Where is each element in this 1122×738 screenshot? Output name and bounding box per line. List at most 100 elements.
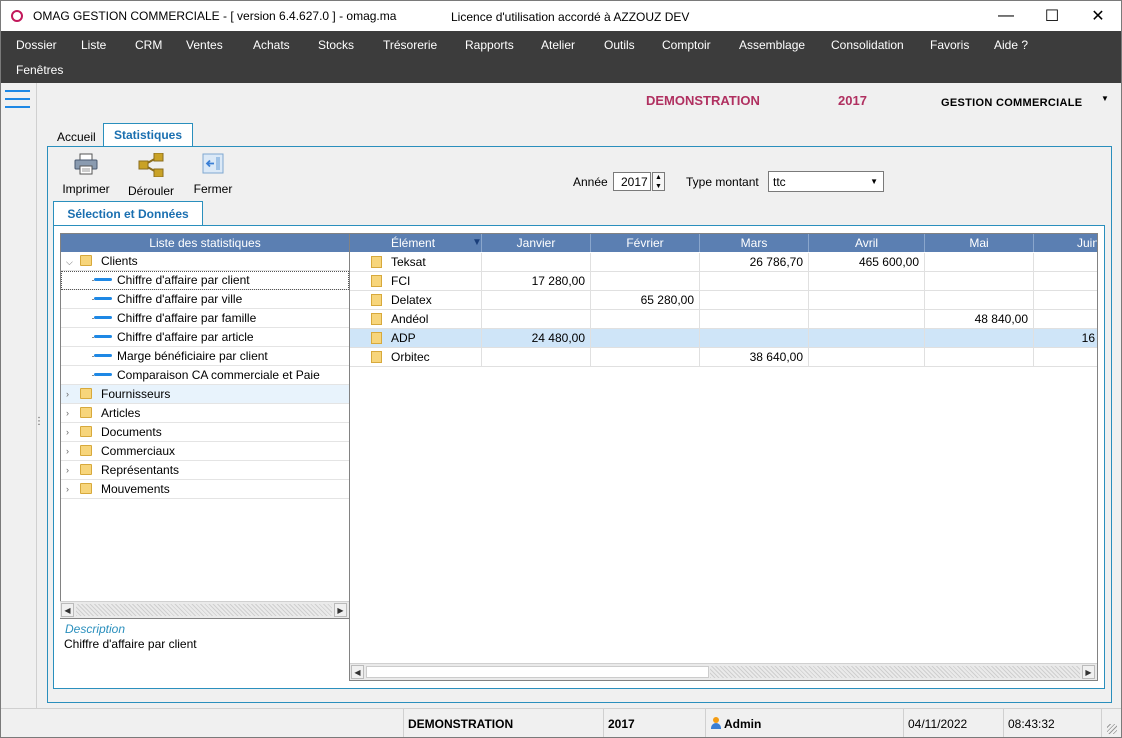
- maximize-button[interactable]: ☐: [1029, 1, 1075, 31]
- cell-fevrier[interactable]: [591, 348, 700, 367]
- cell-element[interactable]: Delatex: [350, 291, 482, 310]
- tree-category-articles[interactable]: › Articles: [61, 404, 349, 423]
- scroll-left-icon[interactable]: ◀: [61, 603, 74, 617]
- cell-element[interactable]: Orbitec: [350, 348, 482, 367]
- cell-janvier[interactable]: [482, 348, 591, 367]
- column-header-element[interactable]: Élément ▼: [350, 234, 482, 252]
- cell-juin[interactable]: 16: [1034, 329, 1097, 348]
- cell-fevrier[interactable]: [591, 272, 700, 291]
- tree-category-mouvements[interactable]: › Mouvements: [61, 480, 349, 499]
- menu-stocks[interactable]: Stocks: [318, 38, 354, 52]
- tree-category-commerciaux[interactable]: › Commerciaux: [61, 442, 349, 461]
- column-header-mai[interactable]: Mai: [925, 234, 1034, 252]
- menu-crm[interactable]: CRM: [135, 38, 162, 52]
- chevron-right-icon[interactable]: ›: [66, 442, 69, 460]
- cell-mars[interactable]: [700, 272, 809, 291]
- cell-juin[interactable]: [1034, 310, 1097, 329]
- cell-avril[interactable]: [809, 291, 925, 310]
- column-header-janvier[interactable]: Janvier: [482, 234, 591, 252]
- print-button[interactable]: Imprimer: [58, 153, 114, 196]
- cell-janvier[interactable]: [482, 253, 591, 272]
- cell-janvier[interactable]: 24 480,00: [482, 329, 591, 348]
- tree-category-documents[interactable]: › Documents: [61, 423, 349, 442]
- scrollbar-thumb[interactable]: [366, 666, 709, 678]
- minimize-button[interactable]: —: [983, 1, 1029, 31]
- cell-janvier[interactable]: 17 280,00: [482, 272, 591, 291]
- cell-fevrier[interactable]: [591, 310, 700, 329]
- cell-janvier[interactable]: [482, 310, 591, 329]
- menu-aide[interactable]: Aide ?: [994, 38, 1028, 52]
- cell-element[interactable]: Andéol: [350, 310, 482, 329]
- table-row[interactable]: ADP 24 480,00 16: [350, 329, 1097, 348]
- cell-mai[interactable]: [925, 272, 1034, 291]
- cell-element[interactable]: ADP: [350, 329, 482, 348]
- cell-mars[interactable]: [700, 291, 809, 310]
- menu-tresorerie[interactable]: Trésorerie: [383, 38, 437, 52]
- hamburger-menu-icon[interactable]: [1, 87, 33, 111]
- menu-fenetres[interactable]: Fenêtres: [16, 63, 63, 77]
- tree-item-ca-par-famille[interactable]: Chiffre d'affaire par famille: [61, 309, 349, 328]
- grid-horizontal-scrollbar[interactable]: ◀ ▶: [350, 663, 1097, 680]
- column-header-juin[interactable]: Juin: [1034, 234, 1097, 252]
- menu-ventes[interactable]: Ventes: [186, 38, 223, 52]
- tree-category-representants[interactable]: › Représentants: [61, 461, 349, 480]
- cell-mai[interactable]: [925, 291, 1034, 310]
- table-row[interactable]: Andéol 48 840,00: [350, 310, 1097, 329]
- cell-juin[interactable]: [1034, 291, 1097, 310]
- chevron-down-icon[interactable]: ⌵: [66, 253, 73, 271]
- splitter-grip-icon[interactable]: ⋮: [34, 416, 44, 427]
- cell-mai[interactable]: [925, 348, 1034, 367]
- chevron-down-icon[interactable]: ▼: [1101, 94, 1109, 103]
- menu-achats[interactable]: Achats: [253, 38, 290, 52]
- menu-liste[interactable]: Liste: [81, 38, 106, 52]
- cell-avril[interactable]: [809, 348, 925, 367]
- menu-favoris[interactable]: Favoris: [930, 38, 969, 52]
- year-input[interactable]: 2017: [613, 172, 651, 191]
- module-selector[interactable]: GESTION COMMERCIALE: [941, 97, 1082, 109]
- chevron-right-icon[interactable]: ›: [66, 480, 69, 498]
- cell-element[interactable]: FCI: [350, 272, 482, 291]
- cell-element[interactable]: Teksat: [350, 253, 482, 272]
- cell-mars[interactable]: [700, 310, 809, 329]
- column-header-fevrier[interactable]: Février: [591, 234, 700, 252]
- tree-item-marge-par-client[interactable]: Marge bénéficiaire par client: [61, 347, 349, 366]
- table-row[interactable]: Delatex 65 280,00: [350, 291, 1097, 310]
- cell-mai[interactable]: [925, 253, 1034, 272]
- scrollbar-thumb[interactable]: [76, 604, 332, 616]
- table-row[interactable]: Orbitec 38 640,00: [350, 348, 1097, 367]
- amount-type-select[interactable]: ttc ▼: [768, 171, 884, 192]
- cell-juin[interactable]: [1034, 272, 1097, 291]
- menu-assemblage[interactable]: Assemblage: [739, 38, 805, 52]
- chevron-right-icon[interactable]: ›: [66, 404, 69, 422]
- cell-avril[interactable]: [809, 310, 925, 329]
- menu-dossier[interactable]: Dossier: [16, 38, 57, 52]
- menu-outils[interactable]: Outils: [604, 38, 635, 52]
- cell-janvier[interactable]: [482, 291, 591, 310]
- chevron-right-icon[interactable]: ›: [66, 385, 69, 403]
- tree-category-clients[interactable]: ⌵ Clients: [61, 252, 349, 271]
- scroll-right-icon[interactable]: ▶: [1082, 665, 1095, 679]
- chevron-right-icon[interactable]: ›: [66, 461, 69, 479]
- menu-atelier[interactable]: Atelier: [541, 38, 575, 52]
- tree-item-ca-par-ville[interactable]: Chiffre d'affaire par ville: [61, 290, 349, 309]
- tab-statistiques[interactable]: Statistiques: [103, 123, 193, 147]
- scroll-right-icon[interactable]: ▶: [334, 603, 347, 617]
- cell-mars[interactable]: [700, 329, 809, 348]
- cell-juin[interactable]: [1034, 253, 1097, 272]
- tree-horizontal-scrollbar[interactable]: ◀ ▶: [60, 601, 350, 618]
- cell-avril[interactable]: [809, 329, 925, 348]
- column-header-mars[interactable]: Mars: [700, 234, 809, 252]
- table-row[interactable]: FCI 17 280,00: [350, 272, 1097, 291]
- tree-item-ca-par-article[interactable]: Chiffre d'affaire par article: [61, 328, 349, 347]
- scrollbar-track[interactable]: [710, 666, 1080, 678]
- cell-mai[interactable]: [925, 329, 1034, 348]
- menu-comptoir[interactable]: Comptoir: [662, 38, 711, 52]
- cell-avril[interactable]: 465 600,00: [809, 253, 925, 272]
- scroll-left-icon[interactable]: ◀: [351, 665, 364, 679]
- chevron-right-icon[interactable]: ›: [66, 423, 69, 441]
- filter-icon[interactable]: ▼: [472, 234, 481, 252]
- close-tab-button[interactable]: Fermer: [190, 153, 236, 196]
- tree-category-fournisseurs[interactable]: › Fournisseurs: [61, 385, 349, 404]
- year-spinner[interactable]: ▲ ▼: [652, 172, 665, 191]
- menu-rapports[interactable]: Rapports: [465, 38, 514, 52]
